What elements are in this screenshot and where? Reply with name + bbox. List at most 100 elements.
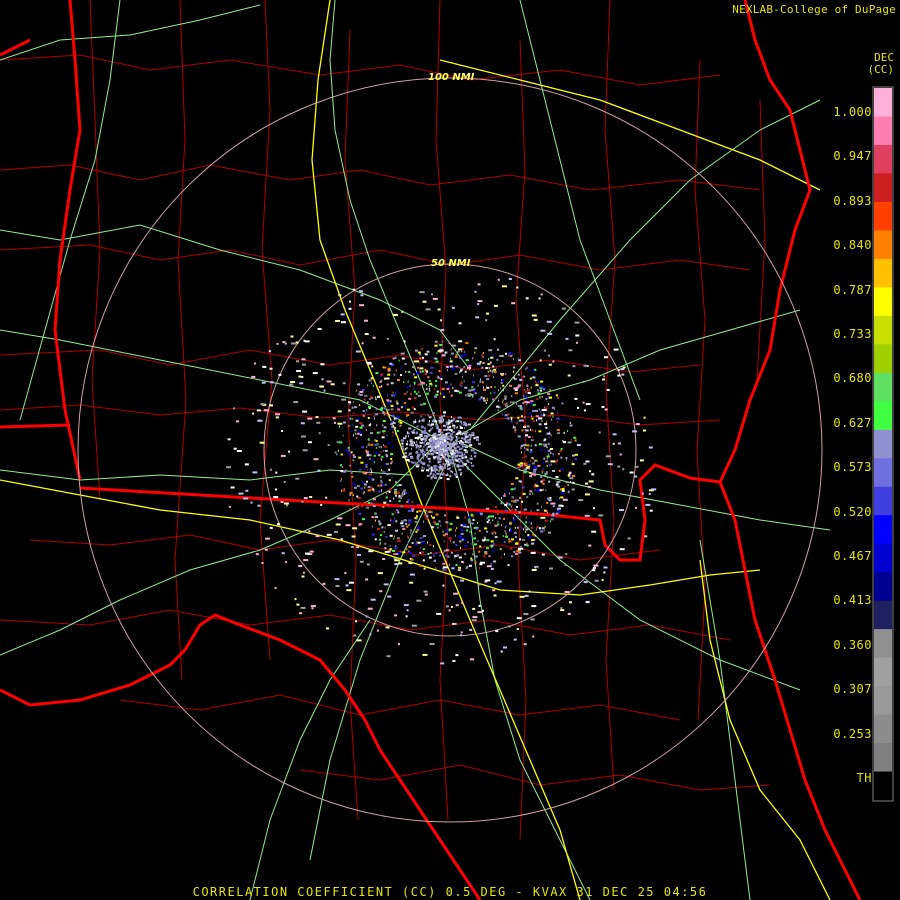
radar-echo-bin <box>440 431 444 434</box>
radar-echo-bin <box>418 448 420 451</box>
radar-echo-bin <box>351 535 356 538</box>
radar-echo-bin <box>396 390 398 393</box>
radar-echo-bin <box>245 489 249 492</box>
radar-echo-bin <box>530 527 533 529</box>
radar-echo-bin <box>258 419 263 422</box>
radar-echo-bin <box>392 434 394 437</box>
radar-echo-bin <box>500 497 502 500</box>
radar-echo-bin <box>462 462 464 464</box>
radar-echo-bin <box>494 386 496 389</box>
radar-echo-bin <box>469 438 472 441</box>
radar-echo-bin <box>300 606 306 609</box>
radar-echo-bin <box>567 474 570 477</box>
radar-echo-bin <box>390 423 393 426</box>
radar-echo-bin <box>510 420 513 423</box>
radar-echo-bin <box>326 627 329 630</box>
radar-echo-bin <box>512 358 514 361</box>
legend-label: 0.733 <box>833 327 872 341</box>
radar-echo-bin <box>432 426 434 429</box>
radar-echo-bin <box>561 489 565 492</box>
radar-echo-bin <box>518 480 522 483</box>
radar-echo-bin <box>451 436 453 439</box>
radar-echo-bin <box>421 382 425 385</box>
radar-echo-bin <box>383 445 387 448</box>
radar-echo-bin <box>393 537 395 540</box>
radar-echo-bin <box>524 594 529 597</box>
radar-echo-bin <box>468 423 471 426</box>
radar-echo-bin <box>364 486 366 489</box>
radar-echo-bin <box>381 436 385 439</box>
radar-echo-bin <box>612 433 617 436</box>
radar-echo-bin <box>260 403 265 406</box>
radar-echo-bin <box>509 384 512 387</box>
radar-echo-bin <box>420 438 422 441</box>
radar-echo-bin <box>491 515 494 518</box>
radar-echo-bin <box>536 502 539 505</box>
radar-echo-bin <box>477 611 483 614</box>
radar-echo-bin <box>543 412 545 415</box>
radar-echo-bin <box>338 294 342 297</box>
radar-echo-bin <box>308 530 311 533</box>
radar-echo-bin <box>380 481 383 484</box>
radar-echo-bin <box>445 445 447 448</box>
radar-echo-bin <box>348 409 351 412</box>
radar-echo-bin <box>585 493 590 496</box>
radar-echo-bin <box>522 444 526 447</box>
radar-echo-bin <box>546 476 548 479</box>
radar-echo-bin <box>556 417 560 420</box>
radar-echo-bin <box>409 531 411 534</box>
radar-echo-bin <box>530 402 533 405</box>
radar-echo-bin <box>526 425 530 428</box>
radar-echo-bin <box>544 438 547 441</box>
radar-echo-bin <box>365 429 367 432</box>
radar-echo-bin <box>366 480 368 483</box>
radar-echo-bin <box>519 405 522 408</box>
radar-echo-bin <box>492 589 496 592</box>
radar-echo-bin <box>431 437 433 440</box>
radar-echo-bin <box>458 535 462 538</box>
radar-echo-bin <box>588 544 592 547</box>
radar-echo-bin <box>410 529 412 532</box>
radar-echo-bin <box>447 419 450 422</box>
radar-echo-bin <box>359 560 364 563</box>
radar-echo-bin <box>418 510 422 513</box>
radar-echo-bin <box>401 310 404 313</box>
radar-echo-bin <box>456 438 458 441</box>
radar-echo-bin <box>502 399 504 402</box>
radar-echo-bin <box>409 573 415 576</box>
radar-echo-bin <box>398 500 401 503</box>
radar-echo-bin <box>452 431 456 434</box>
radar-echo-bin <box>617 369 620 372</box>
radar-echo-bin <box>410 558 414 561</box>
legend-color-swatch <box>874 714 892 744</box>
radar-echo-bin <box>473 537 477 540</box>
radar-echo-bin <box>460 631 463 634</box>
radar-echo-bin <box>383 366 387 369</box>
radar-echo-bin <box>275 471 278 474</box>
radar-echo-bin <box>497 348 500 351</box>
radar-echo-bin <box>402 527 406 530</box>
radar-echo-bin <box>447 468 451 470</box>
radar-echo-bin <box>377 484 380 487</box>
radar-echo-bin <box>392 357 395 360</box>
legend-color-swatch <box>874 258 892 288</box>
radar-echo-bin <box>539 489 543 492</box>
radar-echo-bin <box>519 359 521 362</box>
radar-echo-bin <box>536 489 540 492</box>
radar-echo-bin <box>535 528 537 531</box>
radar-echo-bin <box>434 420 438 423</box>
radar-echo-bin <box>542 468 544 470</box>
radar-echo-bin <box>441 452 443 455</box>
legend-color-swatch <box>874 486 892 516</box>
radar-echo-bin <box>560 496 564 499</box>
radar-echo-bin <box>386 473 390 476</box>
radar-echo-bin <box>469 394 471 397</box>
radar-echo-bin <box>523 613 529 615</box>
radar-echo-bin <box>569 424 573 427</box>
radar-echo-bin <box>460 441 463 444</box>
radar-echo-bin <box>528 536 532 539</box>
radar-echo-bin <box>334 451 337 454</box>
radar-echo-bin <box>527 391 531 394</box>
radar-echo-bin <box>434 357 438 360</box>
radar-echo-bin <box>436 438 440 441</box>
